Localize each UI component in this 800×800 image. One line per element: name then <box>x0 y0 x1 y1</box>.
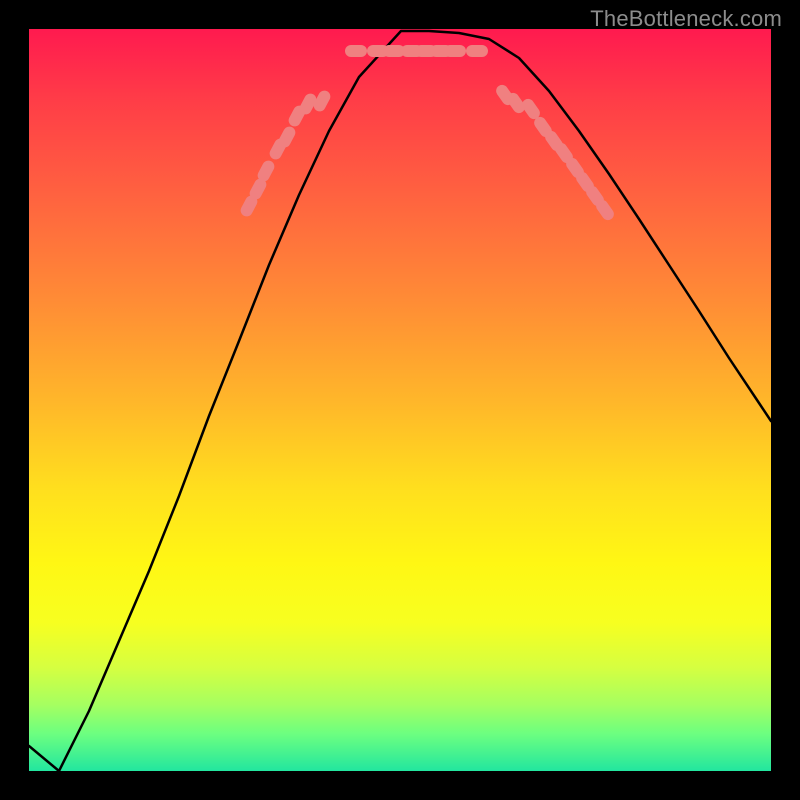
plot-area <box>29 29 771 771</box>
chart-frame: TheBottleneck.com <box>0 0 800 800</box>
watermark: TheBottleneck.com <box>590 6 782 32</box>
